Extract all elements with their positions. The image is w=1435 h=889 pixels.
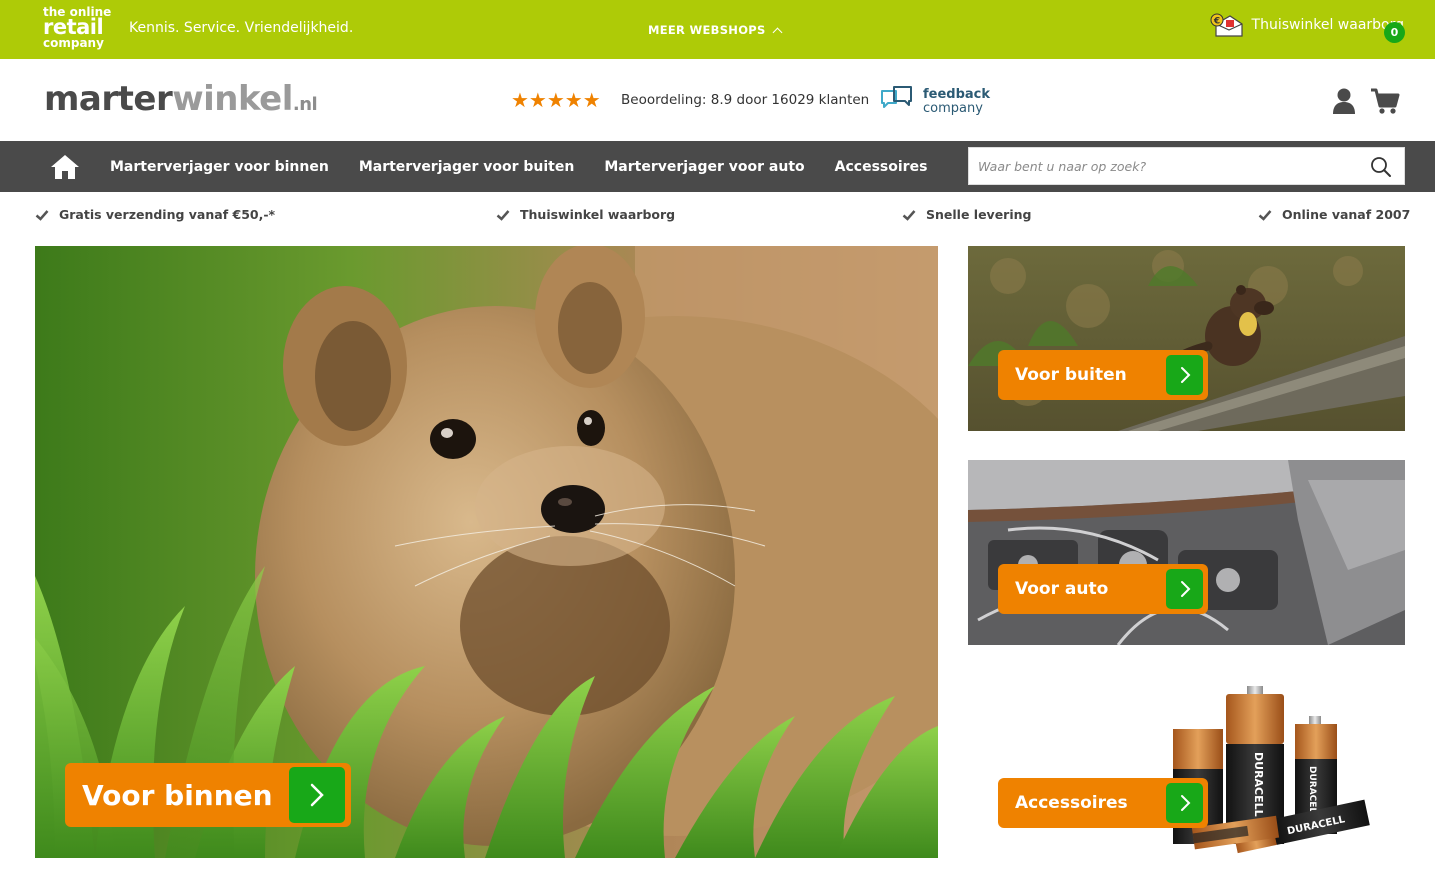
main-nav: Marterverjager voor binnen Marterverjage… [0,141,1435,192]
usp-item: Snelle levering [902,207,1031,222]
usp-item: Gratis verzending vanaf €50,-* [35,207,275,222]
usp-item: Online vanaf 2007 [1258,207,1410,222]
rating-text: Beoordeling: 8.9 door 16029 klanten [621,92,870,108]
banner-auto[interactable]: Voor auto [968,460,1405,645]
thuiswinkel-icon: € [1210,13,1243,37]
feedback-line2: company [923,100,983,116]
accessoires-label: Accessoires [1015,793,1128,813]
chevron-up-icon [772,27,783,37]
rating-stars-icon: ★★★★★ [511,88,601,112]
banner-accessoires[interactable]: DURACELL DURACELL DURACELL Accessoires [968,674,1405,859]
top-bar: the online retail company Kennis. Servic… [0,0,1435,59]
feedback-company-logo[interactable]: feedback company [880,85,990,117]
search-icon[interactable] [1370,156,1392,178]
feedback-company-icon [881,86,912,108]
voor-buiten-button[interactable]: Voor buiten [998,350,1208,400]
search-input[interactable] [969,148,1359,184]
check-icon [496,209,510,221]
tagline: Kennis. Service. Vriendelijkheid. [129,20,354,36]
nav-item-binnen[interactable]: Marterverjager voor binnen [110,159,329,175]
check-icon [902,209,916,221]
chevron-right-icon [1166,783,1203,823]
svg-text:DURACELL: DURACELL [1252,752,1265,817]
svg-text:€: € [1212,17,1219,27]
voor-buiten-label: Voor buiten [1015,365,1127,385]
orc-logo-line2: retail [43,15,104,39]
chevron-right-icon [1166,355,1203,395]
chevron-right-icon [289,767,345,823]
home-icon[interactable] [49,153,81,180]
cart-count-badge: 0 [1384,22,1405,43]
banner-buiten[interactable]: Voor buiten [968,246,1405,431]
check-icon [1258,209,1272,221]
usp-label: Gratis verzending vanaf €50,-* [59,207,276,222]
marterwinkel-logo[interactable]: marterwinkel.nl [44,79,318,119]
nav-item-auto[interactable]: Marterverjager voor auto [604,159,804,175]
voor-auto-button[interactable]: Voor auto [998,564,1208,614]
accessoires-button[interactable]: Accessoires [998,778,1208,828]
search-box [968,147,1405,185]
customer-rating[interactable]: ★★★★★ Beoordeling: 8.9 door 16029 klante… [511,88,869,112]
marten-on-log-photo [968,246,1405,431]
hero-banner-binnen[interactable]: Voor binnen [35,246,938,858]
logo-part-marter: marter [44,79,173,119]
feedback-line1: feedback [923,86,991,102]
user-icon[interactable] [1331,87,1357,115]
nav-item-accessoires[interactable]: Accessoires [835,159,928,175]
nav-item-buiten[interactable]: Marterverjager voor buiten [359,159,575,175]
thuiswinkel-waarborg-label: Thuiswinkel waarborg [1251,17,1404,33]
logo-part-nl: .nl [292,94,318,115]
usp-bar: Gratis verzending vanaf €50,-* Thuiswink… [0,207,1435,231]
usp-item: Thuiswinkel waarborg [496,207,675,222]
voor-auto-label: Voor auto [1015,579,1109,599]
usp-label: Snelle levering [926,207,1032,222]
thuiswinkel-waarborg-link[interactable]: € Thuiswinkel waarborg [1210,12,1404,38]
check-icon [35,209,49,221]
voor-binnen-label: Voor binnen [82,778,273,812]
voor-binnen-button[interactable]: Voor binnen [65,763,351,827]
header: marterwinkel.nl ★★★★★ Beoordeling: 8.9 d… [0,59,1435,141]
car-engine-photo [968,460,1405,645]
online-retail-company-logo[interactable]: the online retail company [43,6,113,49]
cart-icon[interactable] [1370,87,1400,115]
usp-label: Thuiswinkel waarborg [520,207,676,222]
meer-webshops-label: MEER WEBSHOPS [648,23,766,37]
orc-logo-line3: company [43,36,104,50]
batteries-photo: DURACELL DURACELL DURACELL [1173,686,1370,854]
logo-part-winkel: winkel [172,79,293,119]
chevron-right-icon [1166,569,1203,609]
meer-webshops-button[interactable]: MEER WEBSHOPS [648,23,783,37]
usp-label: Online vanaf 2007 [1282,207,1411,222]
